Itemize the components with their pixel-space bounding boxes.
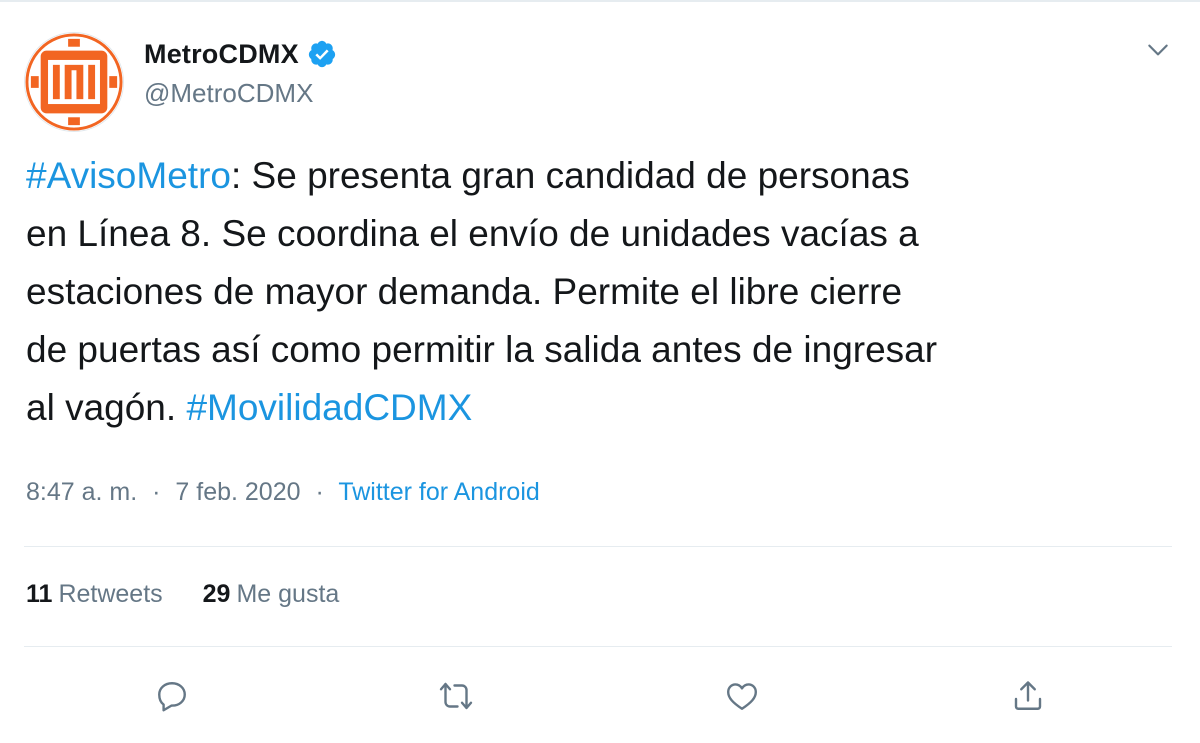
reply-icon bbox=[158, 682, 186, 712]
tweet-metadata: 8:47 a. m. · 7 feb. 2020 · Twitter for A… bbox=[26, 478, 540, 507]
tweet-text-segment: al vagón. bbox=[26, 387, 187, 428]
meta-separator: · bbox=[152, 478, 161, 506]
tweet-text-segment: estaciones de mayor demanda. Permite el … bbox=[26, 271, 903, 312]
retweets-label: Retweets bbox=[58, 580, 163, 608]
tweet-card: MetroCDMX @MetroCDMX #AvisoMetro: Se pre… bbox=[0, 0, 1200, 743]
tweet-text-line: de puertas así como permitir la salida a… bbox=[26, 321, 1176, 379]
avatar[interactable] bbox=[24, 32, 124, 132]
share-icon bbox=[1014, 681, 1042, 710]
meta-separator-2: · bbox=[315, 478, 324, 506]
hashtag-link[interactable]: #MovilidadCDMX bbox=[186, 387, 472, 428]
tweet-date[interactable]: 7 feb. 2020 bbox=[175, 478, 300, 506]
share-button[interactable] bbox=[1002, 670, 1054, 722]
hashtag-link[interactable]: #AvisoMetro bbox=[26, 155, 231, 196]
stats-divider-top bbox=[24, 546, 1172, 547]
reply-button[interactable] bbox=[146, 670, 198, 722]
more-options-button[interactable] bbox=[1140, 32, 1176, 68]
tweet-text-line: al vagón. #MovilidadCDMX bbox=[26, 379, 1176, 437]
display-name-row: MetroCDMX bbox=[144, 36, 337, 72]
likes-stat[interactable]: 29 Me gusta bbox=[203, 580, 340, 609]
like-button[interactable] bbox=[716, 670, 768, 722]
heart-icon bbox=[727, 683, 757, 710]
engagement-stats: 11 Retweets 29 Me gusta bbox=[26, 580, 339, 609]
metro-logo-icon bbox=[25, 33, 123, 131]
retweets-stat[interactable]: 11 Retweets bbox=[26, 580, 163, 609]
retweets-count: 11 bbox=[26, 580, 53, 608]
display-name[interactable]: MetroCDMX bbox=[144, 39, 299, 70]
verified-badge-icon bbox=[308, 40, 335, 68]
tweet-text-line: en Línea 8. Se coordina el envío de unid… bbox=[26, 205, 1176, 263]
likes-label: Me gusta bbox=[236, 580, 340, 608]
tweet-text-segment: en Línea 8. Se coordina el envío de unid… bbox=[26, 213, 919, 254]
retweet-icon bbox=[439, 682, 473, 710]
stats-divider-bottom bbox=[24, 646, 1172, 647]
tweet-text-line: #AvisoMetro: Se presenta gran candidad d… bbox=[26, 147, 1176, 205]
tweet-actions bbox=[0, 670, 1200, 726]
tweet-text-line: estaciones de mayor demanda. Permite el … bbox=[26, 263, 1176, 321]
top-divider bbox=[0, 0, 1200, 2]
tweet-text-segment: de puertas así como permitir la salida a… bbox=[26, 329, 938, 370]
tweet-header: MetroCDMX @MetroCDMX bbox=[24, 32, 1176, 132]
tweet-text: #AvisoMetro: Se presenta gran candidad d… bbox=[26, 147, 1176, 437]
tweet-time[interactable]: 8:47 a. m. bbox=[26, 478, 137, 506]
retweet-button[interactable] bbox=[430, 670, 482, 722]
tweet-source-link[interactable]: Twitter for Android bbox=[338, 478, 539, 506]
likes-count: 29 bbox=[202, 580, 231, 608]
handle[interactable]: @MetroCDMX bbox=[144, 78, 337, 109]
account-names: MetroCDMX @MetroCDMX bbox=[144, 36, 337, 109]
tweet-text-segment: : Se presenta gran candidad de personas bbox=[230, 155, 910, 196]
chevron-down-icon bbox=[1148, 44, 1168, 56]
